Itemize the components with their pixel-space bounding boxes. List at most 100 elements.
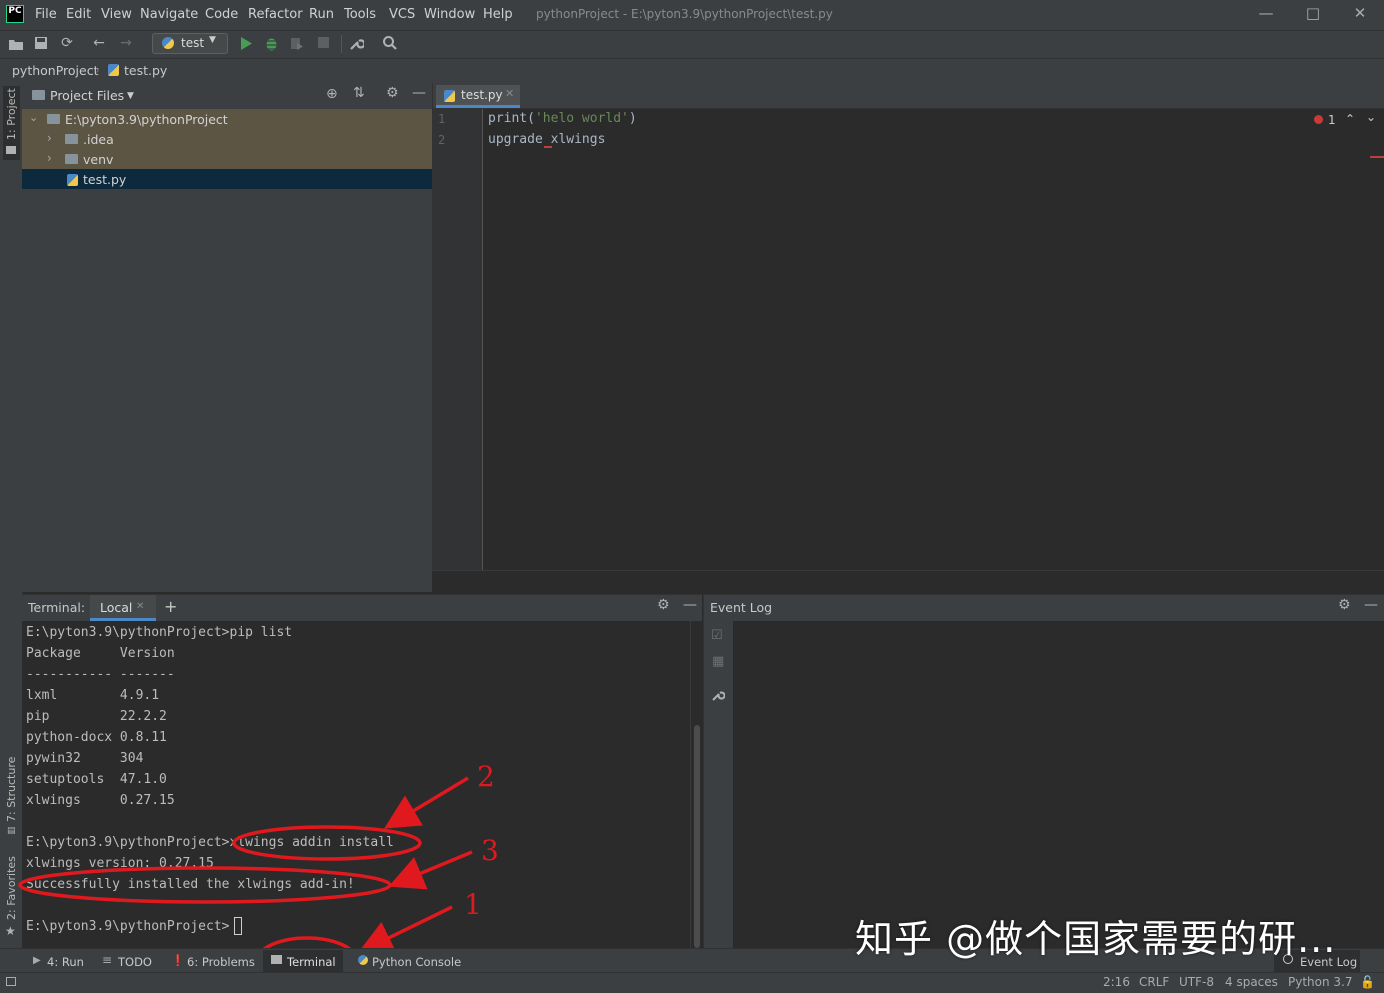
wrench-icon[interactable] [711, 688, 725, 702]
status-line-separator[interactable]: CRLF [1139, 975, 1169, 989]
gear-icon[interactable]: ⚙ [1338, 597, 1351, 613]
line-number: 1 [438, 112, 446, 126]
chevron-down-icon[interactable]: ⌄ [1366, 110, 1376, 124]
python-file-icon [444, 90, 455, 102]
python-file-icon [108, 64, 119, 76]
error-stripe-mark[interactable] [1370, 156, 1384, 158]
terminal-line: xlwings version: 0.27.15 [26, 856, 214, 871]
editor-tab-bar [432, 83, 1384, 109]
event-log-toolbar [703, 621, 734, 948]
event-log-header [703, 594, 1384, 622]
lock-icon[interactable]: 🔓 [1360, 975, 1375, 989]
structure-tool-tab[interactable]: 7: Structure [5, 757, 18, 822]
breadcrumb-project[interactable]: pythonProject [12, 63, 99, 78]
menu-edit[interactable]: Edit [66, 7, 91, 22]
menu-view[interactable]: View [101, 7, 132, 22]
coverage-icon[interactable] [290, 37, 304, 51]
chevron-up-icon[interactable]: ⌃ [1345, 112, 1355, 126]
close-tab-icon[interactable]: ✕ [505, 87, 514, 100]
menu-refactor[interactable]: Refactor [248, 7, 303, 22]
chevron-down-icon[interactable]: ▼ [127, 91, 134, 101]
code-editor[interactable] [432, 109, 1384, 570]
status-caret-position[interactable]: 2:16 [1103, 975, 1130, 989]
project-tool-tab[interactable]: 1: Project [5, 88, 18, 140]
menu-code[interactable]: Code [205, 7, 238, 22]
close-tab-icon[interactable]: ✕ [136, 601, 144, 612]
close-window-icon[interactable]: ✕ [1350, 4, 1370, 22]
mark-read-icon[interactable]: ☑ [711, 628, 723, 643]
collapse-all-icon[interactable]: ⇅ [353, 85, 365, 101]
error-count[interactable]: 1 [1328, 113, 1336, 127]
favorites-tool-tab[interactable]: 2: Favorites [5, 856, 18, 920]
code-line-2: upgrade xlwings [488, 132, 605, 147]
tool-window-python-console[interactable]: Python Console [372, 955, 461, 969]
terminal-line: E:\pyton3.9\pythonProject>xlwings addin … [26, 835, 394, 850]
hide-panel-icon[interactable]: — [412, 85, 426, 101]
chevron-down-icon: ▼ [209, 35, 216, 45]
status-indent[interactable]: 4 spaces [1225, 975, 1278, 989]
save-icon[interactable] [34, 36, 48, 50]
code-line-1: print('helo world') [488, 111, 637, 126]
breadcrumb-file[interactable]: test.py [124, 63, 167, 78]
error-icon[interactable] [1314, 115, 1323, 124]
hide-panel-icon[interactable]: — [1364, 597, 1378, 613]
maximize-icon[interactable]: □ [1303, 4, 1323, 22]
sync-icon[interactable]: ⟳ [58, 34, 76, 52]
event-log-content [733, 621, 1384, 948]
tool-window-run[interactable]: 4: Run [47, 955, 84, 969]
tree-label: venv [83, 152, 114, 167]
debug-icon[interactable] [264, 36, 279, 51]
chevron-right-icon[interactable]: › [47, 151, 52, 165]
code-token: upgrade xlwings [488, 132, 606, 147]
event-log-title: Event Log [710, 600, 773, 615]
chevron-right-icon[interactable]: › [47, 131, 52, 145]
editor-footer [432, 570, 1384, 593]
locate-file-icon[interactable]: ⊕ [326, 86, 338, 102]
gear-icon[interactable]: ⚙ [657, 597, 670, 613]
terminal-line: pip 22.2.2 [26, 709, 167, 724]
todo-icon: ≡ [102, 953, 113, 967]
hide-panel-icon[interactable]: — [683, 597, 697, 613]
run-icon[interactable] [240, 37, 252, 50]
chevron-down-icon[interactable]: ⌄ [29, 111, 38, 124]
folder-icon [65, 154, 78, 164]
minimize-icon[interactable]: — [1256, 4, 1276, 22]
code-token: print( [488, 111, 535, 126]
code-token: ) [628, 111, 637, 126]
forward-arrow-icon[interactable]: → [117, 34, 135, 52]
toggle-tool-windows-icon[interactable] [6, 977, 16, 986]
terminal-line: pywin32 304 [26, 751, 144, 766]
terminal-scrollbar-thumb[interactable] [694, 725, 700, 948]
gear-icon[interactable]: ⚙ [386, 85, 399, 101]
tree-label: E:\pyton3.9\pythonProject [65, 112, 228, 127]
folder-icon [47, 114, 60, 124]
tool-window-problems[interactable]: 6: Problems [187, 955, 255, 969]
menu-run[interactable]: Run [309, 7, 334, 22]
line-number: 2 [438, 133, 446, 147]
tool-window-todo[interactable]: TODO [118, 955, 152, 969]
stop-icon[interactable] [318, 37, 330, 49]
terminal-cursor [234, 917, 242, 935]
terminal-title: Terminal: [28, 600, 86, 615]
status-interpreter[interactable]: Python 3.7 [1288, 975, 1353, 989]
menu-tools[interactable]: Tools [344, 7, 376, 22]
window-title: pythonProject - E:\pyton3.9\pythonProjec… [536, 7, 833, 21]
watermark: 知乎 @做个国家需要的研... [855, 917, 1337, 961]
menu-file[interactable]: File [35, 7, 57, 22]
tool-window-terminal[interactable]: Terminal [287, 955, 336, 969]
editor-tab-label: test.py [461, 88, 503, 102]
menu-vcs[interactable]: VCS [389, 7, 415, 22]
trash-icon[interactable]: ▦ [712, 654, 724, 669]
project-view-selector[interactable]: Project Files [50, 88, 124, 103]
menu-navigate[interactable]: Navigate [140, 7, 198, 22]
annotation-3: 3 [481, 834, 499, 867]
open-folder-icon[interactable] [8, 37, 24, 51]
status-encoding[interactable]: UTF-8 [1179, 975, 1214, 989]
wrench-icon[interactable] [349, 36, 364, 51]
new-terminal-icon[interactable]: + [164, 597, 177, 616]
back-arrow-icon[interactable]: ← [90, 34, 108, 52]
terminal-line: Package Version [26, 646, 175, 661]
search-icon[interactable] [382, 35, 398, 51]
menu-window[interactable]: Window [424, 7, 475, 22]
menu-help[interactable]: Help [483, 7, 513, 22]
